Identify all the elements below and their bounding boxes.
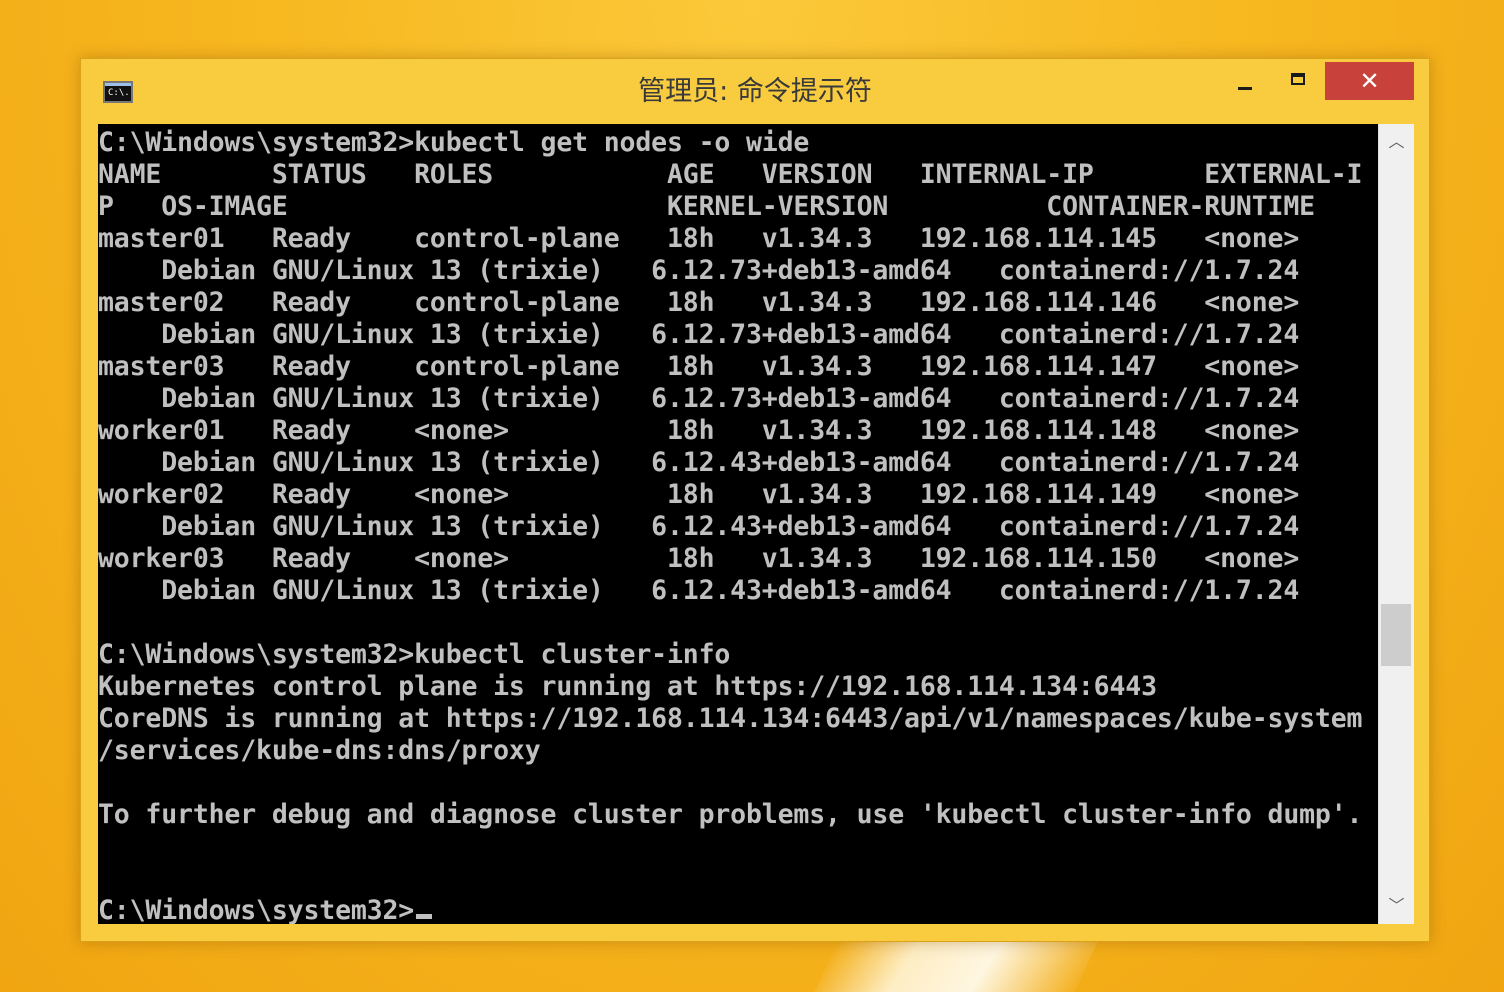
console-line-text: master03 Ready control-plane 18h v1.34.3… <box>98 351 1300 382</box>
console-line: C:\Windows\system32>kubectl get nodes -o… <box>98 127 1362 159</box>
console-line-text: Debian GNU/Linux 13 (trixie) 6.12.43+deb… <box>98 575 1300 606</box>
vertical-scrollbar[interactable]: ︿ ﹀ <box>1378 124 1414 924</box>
scroll-down-icon[interactable]: ﹀ <box>1379 888 1414 924</box>
console-output[interactable]: C:\Windows\system32>kubectl get nodes -o… <box>98 124 1378 924</box>
minimize-button[interactable] <box>1223 62 1267 100</box>
console-line-text: Debian GNU/Linux 13 (trixie) 6.12.73+deb… <box>98 255 1300 286</box>
text-cursor <box>416 914 433 919</box>
console-line: worker03 Ready <none> 18h v1.34.3 192.16… <box>98 543 1362 575</box>
console-line: /services/kube-dns:dns/proxy <box>98 735 1362 767</box>
console-line-text: P OS-IMAGE KERNEL-VERSION CONTAINER-RUNT… <box>98 191 1315 222</box>
console-line: Debian GNU/Linux 13 (trixie) 6.12.73+deb… <box>98 319 1362 351</box>
console-line: Debian GNU/Linux 13 (trixie) 6.12.73+deb… <box>98 255 1362 287</box>
close-icon: ✕ <box>1359 67 1380 95</box>
console-line-text: To further debug and diagnose cluster pr… <box>98 799 1363 830</box>
console-line-text: /services/kube-dns:dns/proxy <box>98 735 541 766</box>
console-line: worker02 Ready <none> 18h v1.34.3 192.16… <box>98 479 1362 511</box>
command-prompt-window: C:\. 管理员: 命令提示符 ✕ C:\Windows\system32>ku… <box>80 58 1430 942</box>
console-line-text: Debian GNU/Linux 13 (trixie) 6.12.73+deb… <box>98 319 1300 350</box>
console-line: worker01 Ready <none> 18h v1.34.3 192.16… <box>98 415 1362 447</box>
console-line: Debian GNU/Linux 13 (trixie) 6.12.43+deb… <box>98 575 1362 607</box>
scroll-thumb[interactable] <box>1381 604 1411 666</box>
console-line: Kubernetes control plane is running at h… <box>98 671 1362 703</box>
console-line-text: Debian GNU/Linux 13 (trixie) 6.12.43+deb… <box>98 511 1300 542</box>
console-line-text: Debian GNU/Linux 13 (trixie) 6.12.43+deb… <box>98 447 1300 478</box>
console-line-text: worker02 Ready <none> 18h v1.34.3 192.16… <box>98 479 1300 510</box>
console-line-text: NAME STATUS ROLES AGE VERSION INTERNAL-I… <box>98 159 1363 190</box>
console-line-text: Kubernetes control plane is running at h… <box>98 671 1157 702</box>
console-line: Debian GNU/Linux 13 (trixie) 6.12.43+deb… <box>98 447 1362 479</box>
scroll-up-icon[interactable]: ︿ <box>1379 124 1414 160</box>
console-line-text: CoreDNS is running at https://192.168.11… <box>98 703 1363 734</box>
maximize-button[interactable] <box>1277 62 1321 100</box>
console-line: Debian GNU/Linux 13 (trixie) 6.12.43+deb… <box>98 511 1362 543</box>
console-line-text: Debian GNU/Linux 13 (trixie) 6.12.73+deb… <box>98 383 1300 414</box>
console-line-text: C:\Windows\system32>kubectl get nodes -o… <box>98 127 810 158</box>
console-line: C:\Windows\system32> <box>98 895 1362 924</box>
console-line-text: worker03 Ready <none> 18h v1.34.3 192.16… <box>98 543 1300 574</box>
close-button[interactable]: ✕ <box>1325 62 1414 100</box>
console-line: NAME STATUS ROLES AGE VERSION INTERNAL-I… <box>98 159 1363 191</box>
console-line-text: C:\Windows\system32> <box>98 895 415 924</box>
console-line: Debian GNU/Linux 13 (trixie) 6.12.73+deb… <box>98 383 1362 415</box>
wallpaper-highlight <box>801 940 1099 992</box>
cmd-app-icon[interactable]: C:\. <box>103 81 133 103</box>
title-bar[interactable]: C:\. 管理员: 命令提示符 ✕ <box>81 59 1429 123</box>
console-lines: C:\Windows\system32>kubectl get nodes -o… <box>98 127 1363 924</box>
console-line: master02 Ready control-plane 18h v1.34.3… <box>98 287 1362 319</box>
console-line: master03 Ready control-plane 18h v1.34.3… <box>98 351 1362 383</box>
minimize-icon <box>1238 87 1252 90</box>
console-line-text: worker01 Ready <none> 18h v1.34.3 192.16… <box>98 415 1300 446</box>
maximize-icon <box>1291 73 1305 85</box>
console-line: CoreDNS is running at https://192.168.11… <box>98 703 1363 735</box>
app-icon-text: C:\. <box>108 88 130 98</box>
console-line-text: C:\Windows\system32>kubectl cluster-info <box>98 639 731 670</box>
console-line-text: master01 Ready control-plane 18h v1.34.3… <box>98 223 1300 254</box>
console-line: P OS-IMAGE KERNEL-VERSION CONTAINER-RUNT… <box>98 191 1362 223</box>
console-line: To further debug and diagnose cluster pr… <box>98 799 1363 831</box>
console-line-text: master02 Ready control-plane 18h v1.34.3… <box>98 287 1300 318</box>
console-line: master01 Ready control-plane 18h v1.34.3… <box>98 223 1362 255</box>
console-line: C:\Windows\system32>kubectl cluster-info <box>98 639 1362 671</box>
